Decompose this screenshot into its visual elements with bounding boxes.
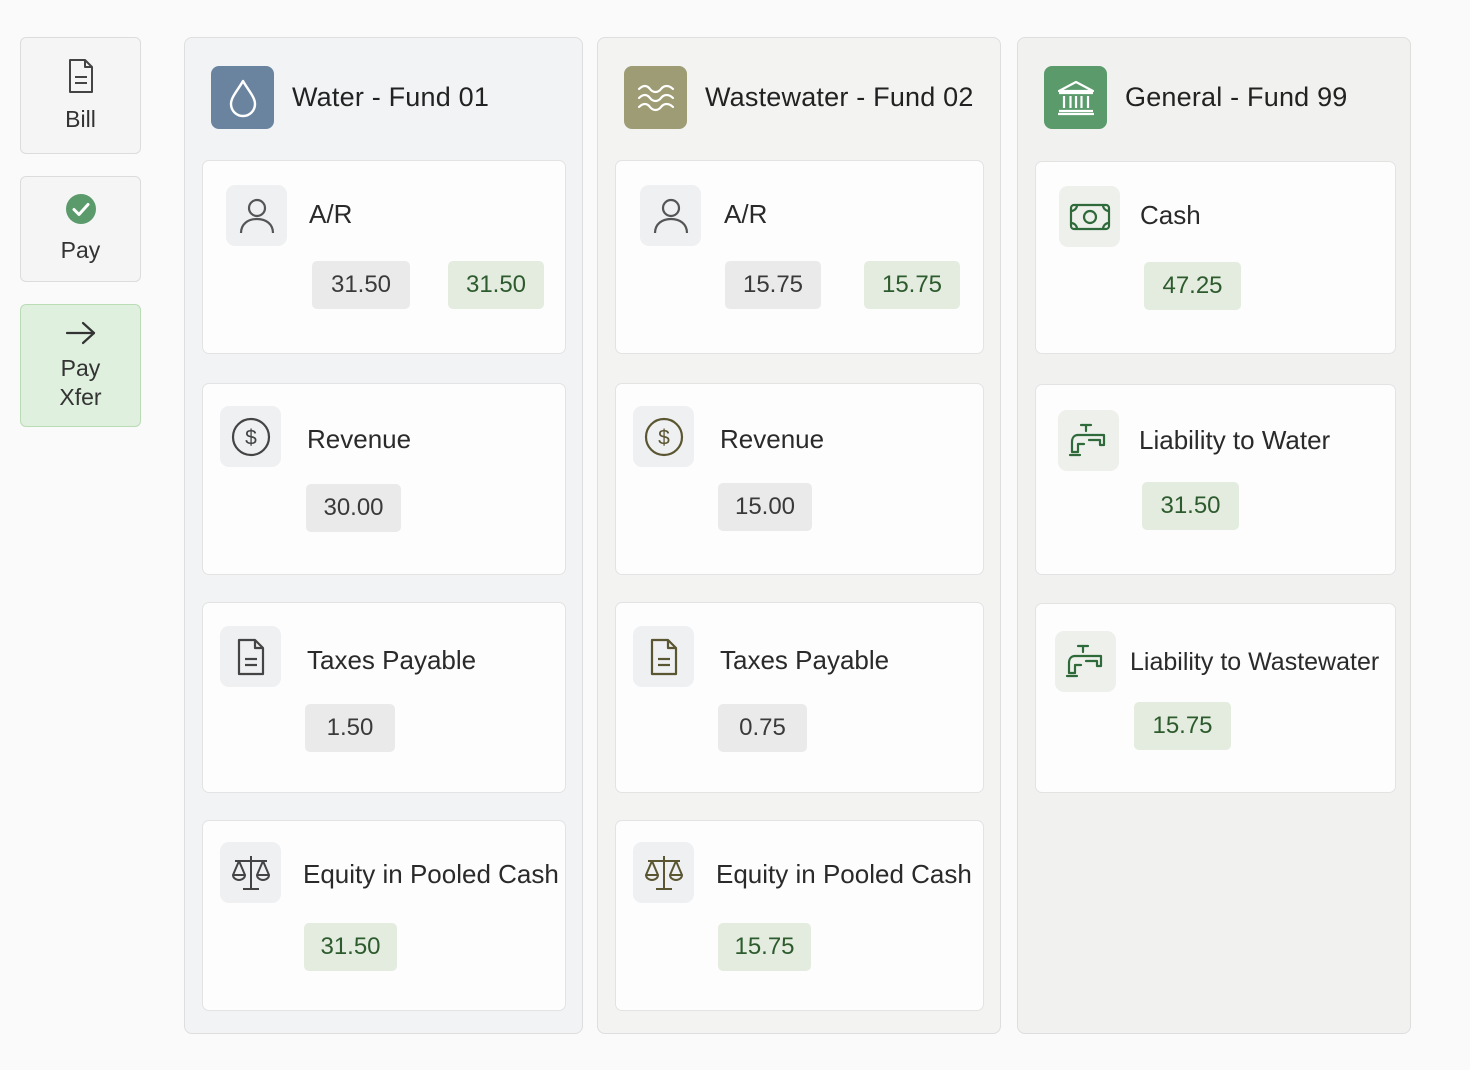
account-name: Revenue: [720, 424, 825, 454]
fund-column-wastewater: Wastewater - Fund 02 A/R 15.75 15.75 $ R…: [597, 37, 1001, 1034]
fund-title: Water - Fund 01: [292, 82, 490, 112]
document-icon: [220, 626, 281, 687]
account-card-cash[interactable]: Cash 47.25: [1035, 161, 1396, 354]
pay-xfer-label-line2: Xfer: [59, 384, 102, 410]
debit-amount: 15.75: [725, 261, 821, 309]
account-card-taxes-payable[interactable]: Taxes Payable 0.75: [615, 602, 984, 793]
bank-icon: [1044, 66, 1107, 129]
account-name: Revenue: [307, 424, 412, 454]
document-icon: [633, 626, 694, 687]
fund-column-general: General - Fund 99 Cash 47.25 Liability t…: [1017, 37, 1411, 1034]
debit-amount: 15.00: [718, 483, 812, 531]
credit-amount: 47.25: [1144, 262, 1241, 310]
svg-text:$: $: [658, 426, 670, 449]
account-name: Equity in Pooled Cash: [303, 859, 559, 889]
account-card-liability-wastewater[interactable]: Liability to Wastewater 15.75: [1035, 603, 1396, 793]
debit-amount: 0.75: [718, 704, 807, 752]
pay-label: Pay: [60, 237, 101, 263]
svg-text:$: $: [245, 426, 257, 449]
account-name: A/R: [724, 199, 768, 229]
account-card-ar[interactable]: A/R 15.75 15.75: [615, 160, 984, 354]
credit-amount: 15.75: [1134, 702, 1231, 750]
person-icon: [640, 185, 701, 246]
fund-header: Wastewater - Fund 02: [624, 66, 974, 129]
dollar-circle-icon: $: [633, 406, 694, 467]
credit-amount: 15.75: [718, 923, 811, 971]
account-name: Cash: [1140, 200, 1201, 230]
credit-amount: 31.50: [1142, 482, 1239, 530]
account-card-taxes-payable[interactable]: Taxes Payable 1.50: [202, 602, 566, 793]
faucet-icon: [1055, 631, 1116, 692]
debit-amount: 30.00: [306, 484, 401, 532]
credit-amount: 31.50: [448, 261, 544, 309]
account-name: Liability to Wastewater: [1130, 648, 1380, 676]
fund-title: General - Fund 99: [1125, 82, 1348, 112]
fund-title: Wastewater - Fund 02: [705, 82, 974, 112]
account-card-revenue[interactable]: $ Revenue 30.00: [202, 383, 566, 575]
credit-amount: 15.75: [864, 261, 960, 309]
pay-button[interactable]: Pay: [20, 176, 141, 282]
account-name: Taxes Payable: [720, 645, 890, 675]
fund-header: Water - Fund 01: [211, 66, 489, 129]
faucet-icon: [1058, 410, 1119, 471]
water-drop-icon: [211, 66, 274, 129]
account-name: Liability to Water: [1139, 425, 1331, 455]
credit-amount: 31.50: [304, 923, 397, 971]
arrow-right-icon: [64, 319, 98, 352]
account-card-revenue[interactable]: $ Revenue 15.00: [615, 383, 984, 575]
account-card-equity[interactable]: Equity in Pooled Cash 31.50: [202, 820, 566, 1011]
scales-icon: [633, 842, 694, 903]
pay-xfer-button[interactable]: Pay Xfer: [20, 304, 141, 427]
account-card-ar[interactable]: A/R 31.50 31.50: [202, 160, 566, 354]
scales-icon: [220, 842, 281, 903]
account-name: Equity in Pooled Cash: [716, 859, 972, 889]
account-card-equity[interactable]: Equity in Pooled Cash 15.75: [615, 820, 984, 1011]
debit-amount: 1.50: [305, 704, 395, 752]
bill-label: Bill: [65, 105, 96, 132]
account-card-liability-water[interactable]: Liability to Water 31.50: [1035, 384, 1396, 575]
fund-column-water: Water - Fund 01 A/R 31.50 31.50 $ Revenu…: [184, 37, 583, 1034]
waves-icon: [624, 66, 687, 129]
bill-button[interactable]: Bill: [20, 37, 141, 154]
pay-xfer-label-line1: Pay: [60, 355, 101, 381]
dollar-circle-icon: $: [220, 406, 281, 467]
fund-header: General - Fund 99: [1044, 66, 1348, 129]
account-name: A/R: [309, 199, 353, 229]
document-icon: [65, 58, 97, 99]
person-icon: [226, 185, 287, 246]
check-circle-icon: [65, 193, 97, 230]
debit-amount: 31.50: [312, 261, 410, 309]
cash-icon: [1059, 186, 1120, 247]
account-name: Taxes Payable: [307, 645, 477, 675]
